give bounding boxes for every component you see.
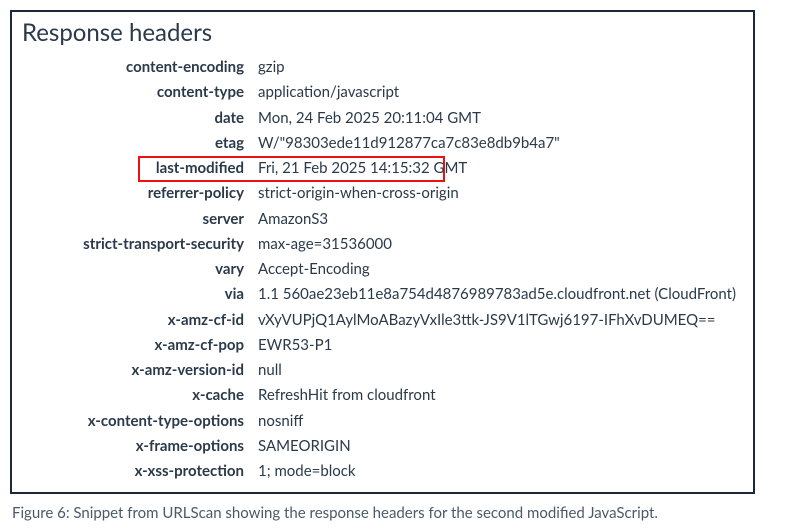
header-value: RefreshHit from cloudfront	[258, 384, 753, 407]
header-key: date	[12, 107, 258, 130]
header-row: x-cache RefreshHit from cloudfront	[12, 383, 753, 408]
header-key: last-modified	[12, 157, 258, 180]
header-value: gzip	[258, 56, 753, 79]
header-key: x-frame-options	[12, 435, 258, 458]
header-key: x-amz-version-id	[12, 359, 258, 382]
header-value: EWR53-P1	[258, 334, 753, 357]
response-headers-panel: Response headers content-encoding gzip c…	[10, 10, 755, 494]
header-row: x-content-type-options nosniff	[12, 409, 753, 434]
header-row: x-amz-version-id null	[12, 358, 753, 383]
header-row: x-frame-options SAMEORIGIN	[12, 434, 753, 459]
header-value: Mon, 24 Feb 2025 20:11:04 GMT	[258, 107, 753, 130]
header-key: etag	[12, 132, 258, 155]
header-row: etag W/"98303ede11d912877ca7c83e8db9b4a7…	[12, 131, 753, 156]
header-key: x-amz-cf-pop	[12, 334, 258, 357]
header-row: vary Accept-Encoding	[12, 257, 753, 282]
header-value: AmazonS3	[258, 208, 753, 231]
panel-title: Response headers	[12, 12, 753, 55]
header-row: server AmazonS3	[12, 207, 753, 232]
header-row: x-amz-cf-pop EWR53-P1	[12, 333, 753, 358]
header-key: via	[12, 283, 258, 306]
header-value: application/javascript	[258, 81, 753, 104]
header-row: x-xss-protection 1; mode=block	[12, 459, 753, 484]
header-row: via 1.1 560ae23eb11e8a754d4876989783ad5e…	[12, 282, 753, 307]
header-value: max-age=31536000	[258, 233, 753, 256]
header-key: strict-transport-security	[12, 233, 258, 256]
header-value: Accept-Encoding	[258, 258, 753, 281]
header-key: server	[12, 208, 258, 231]
header-key: x-content-type-options	[12, 410, 258, 433]
header-row: referrer-policy strict-origin-when-cross…	[12, 181, 753, 206]
header-value: strict-origin-when-cross-origin	[258, 182, 753, 205]
header-value: SAMEORIGIN	[258, 435, 753, 458]
header-key: vary	[12, 258, 258, 281]
header-value: Fri, 21 Feb 2025 14:15:32 GMT	[258, 157, 753, 180]
header-value: 1.1 560ae23eb11e8a754d4876989783ad5e.clo…	[258, 283, 753, 306]
header-value: W/"98303ede11d912877ca7c83e8db9b4a7"	[258, 132, 753, 155]
header-key: referrer-policy	[12, 182, 258, 205]
header-value: nosniff	[258, 410, 753, 433]
header-row: content-encoding gzip	[12, 55, 753, 80]
header-key: x-xss-protection	[12, 460, 258, 483]
header-row: content-type application/javascript	[12, 80, 753, 105]
header-row: date Mon, 24 Feb 2025 20:11:04 GMT	[12, 106, 753, 131]
header-key: content-type	[12, 81, 258, 104]
header-key: x-cache	[12, 384, 258, 407]
header-row: strict-transport-security max-age=315360…	[12, 232, 753, 257]
header-value: 1; mode=block	[258, 460, 753, 483]
header-value: vXyVUPjQ1AylMoABazyVxIle3ttk-JS9V1lTGwj6…	[258, 309, 753, 332]
figure-caption: Figure 6: Snippet from URLScan showing t…	[10, 494, 759, 522]
header-row: x-amz-cf-id vXyVUPjQ1AylMoABazyVxIle3ttk…	[12, 308, 753, 333]
header-key: x-amz-cf-id	[12, 309, 258, 332]
headers-table: content-encoding gzip content-type appli…	[12, 55, 753, 492]
header-value: null	[258, 359, 753, 382]
header-row-highlighted: last-modified Fri, 21 Feb 2025 14:15:32 …	[12, 156, 753, 181]
header-key: content-encoding	[12, 56, 258, 79]
